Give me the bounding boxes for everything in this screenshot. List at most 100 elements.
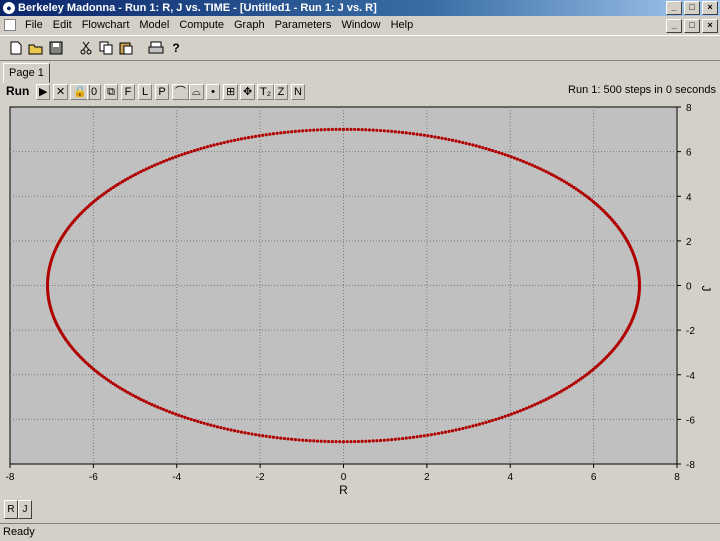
- data-point: [229, 428, 233, 432]
- data-point: [500, 152, 504, 156]
- data-point: [521, 159, 526, 164]
- menu-bar: File Edit Flowchart Model Compute Graph …: [0, 16, 720, 34]
- data-point: [261, 133, 265, 137]
- data-point: [250, 432, 254, 436]
- save-icon[interactable]: [46, 38, 66, 57]
- data-point: [330, 127, 334, 132]
- zero-button[interactable]: 0: [87, 84, 101, 100]
- stop-icon[interactable]: ✕: [53, 84, 69, 100]
- mdi-minimize-button[interactable]: _: [666, 19, 682, 33]
- status-bar: Ready: [0, 523, 720, 541]
- plot-area[interactable]: -8 -6 -4 -2 0 2 4 6 8 8 6 4 2 0 -2 -4 -6 -8 R J: [0, 102, 720, 497]
- p-button[interactable]: P: [155, 84, 169, 100]
- data-point: [527, 405, 531, 409]
- data-point: [386, 129, 390, 133]
- menu-edit[interactable]: Edit: [48, 16, 77, 34]
- data-point: [422, 434, 426, 438]
- print-icon[interactable]: [146, 38, 166, 57]
- data-point: [196, 147, 200, 152]
- data-point: [474, 144, 478, 148]
- mdi-restore-button[interactable]: □: [684, 19, 700, 33]
- data-point: [515, 410, 520, 414]
- data-point: [471, 143, 475, 147]
- cut-icon[interactable]: [76, 38, 96, 57]
- data-point: [219, 426, 223, 430]
- grid-icon[interactable]: ⊞: [223, 84, 239, 100]
- data-point: [450, 138, 455, 142]
- menu-parameters[interactable]: Parameters: [270, 16, 337, 34]
- menu-graph[interactable]: Graph: [229, 16, 270, 34]
- close-button[interactable]: ×: [702, 1, 718, 15]
- data-point: [330, 439, 334, 444]
- menu-model[interactable]: Model: [134, 16, 174, 34]
- n-button[interactable]: N: [291, 84, 305, 100]
- mdi-close-button[interactable]: ×: [702, 19, 718, 33]
- data-point: [159, 161, 163, 165]
- data-point: [167, 157, 172, 161]
- paste-icon[interactable]: [116, 38, 136, 57]
- tab-r[interactable]: R: [4, 500, 18, 519]
- menu-window[interactable]: Window: [336, 16, 385, 34]
- maximize-button[interactable]: □: [684, 1, 700, 15]
- menu-flowchart[interactable]: Flowchart: [77, 16, 135, 34]
- play-icon[interactable]: ▶: [36, 84, 51, 100]
- data-point: [232, 429, 237, 433]
- curve-dots-icon[interactable]: ⌓: [189, 84, 204, 100]
- data-point: [164, 158, 169, 162]
- data-point: [393, 437, 397, 441]
- phase-plot[interactable]: -8 -6 -4 -2 0 2 4 6 8 8 6 4 2 0 -2 -4 -6 -8 R J: [0, 102, 720, 497]
- data-point: [518, 158, 523, 162]
- open-icon[interactable]: [26, 38, 46, 57]
- data-point: [443, 137, 448, 141]
- overlay-icon[interactable]: ⧉: [104, 84, 118, 100]
- data-point: [536, 401, 540, 405]
- data-point: [464, 141, 468, 145]
- tab-page-1[interactable]: Page 1: [3, 63, 50, 83]
- dot-icon[interactable]: •: [206, 84, 220, 100]
- l-button[interactable]: L: [138, 84, 152, 100]
- tab-j[interactable]: J: [18, 500, 32, 519]
- data-point: [461, 426, 465, 431]
- app-icon[interactable]: ●: [3, 2, 15, 14]
- window-titlebar: ● Berkeley Madonna - Run 1: R, J vs. TIM…: [0, 0, 720, 16]
- data-point: [490, 418, 495, 423]
- data-point: [173, 412, 178, 416]
- data-point: [429, 433, 434, 437]
- data-point: [386, 438, 390, 442]
- data-point: [393, 130, 397, 134]
- data-point: [512, 156, 517, 160]
- zoom-button[interactable]: Z: [274, 84, 288, 100]
- data-point: [408, 436, 412, 440]
- minimize-button[interactable]: _: [666, 1, 682, 15]
- document-icon[interactable]: [4, 19, 16, 31]
- data-point: [408, 131, 412, 135]
- data-point: [419, 133, 423, 137]
- copy-icon[interactable]: [96, 38, 116, 57]
- data-point: [360, 128, 364, 132]
- menu-compute[interactable]: Compute: [174, 16, 229, 34]
- data-point: [153, 404, 157, 408]
- data-point: [404, 436, 408, 440]
- main-toolbar: ?: [0, 35, 720, 61]
- pan-icon[interactable]: ✥: [240, 84, 256, 100]
- data-point: [147, 401, 151, 405]
- data-point: [236, 137, 240, 142]
- help-icon[interactable]: ?: [166, 38, 186, 57]
- data-point: [474, 423, 478, 427]
- data-point: [222, 426, 226, 431]
- f-button[interactable]: F: [121, 84, 135, 100]
- data-point: [426, 433, 430, 437]
- curve-icon[interactable]: ⌒: [172, 84, 189, 100]
- data-point: [161, 159, 166, 164]
- menu-help[interactable]: Help: [386, 16, 419, 34]
- menu-file[interactable]: File: [20, 16, 48, 34]
- data-point: [356, 439, 360, 444]
- data-point: [293, 438, 297, 442]
- t2-button[interactable]: T₂: [257, 84, 274, 100]
- data-point: [401, 436, 405, 441]
- data-point: [290, 437, 294, 441]
- new-icon[interactable]: [6, 38, 26, 57]
- data-point: [364, 439, 368, 443]
- run-button[interactable]: Run: [4, 84, 31, 100]
- data-point: [173, 155, 178, 159]
